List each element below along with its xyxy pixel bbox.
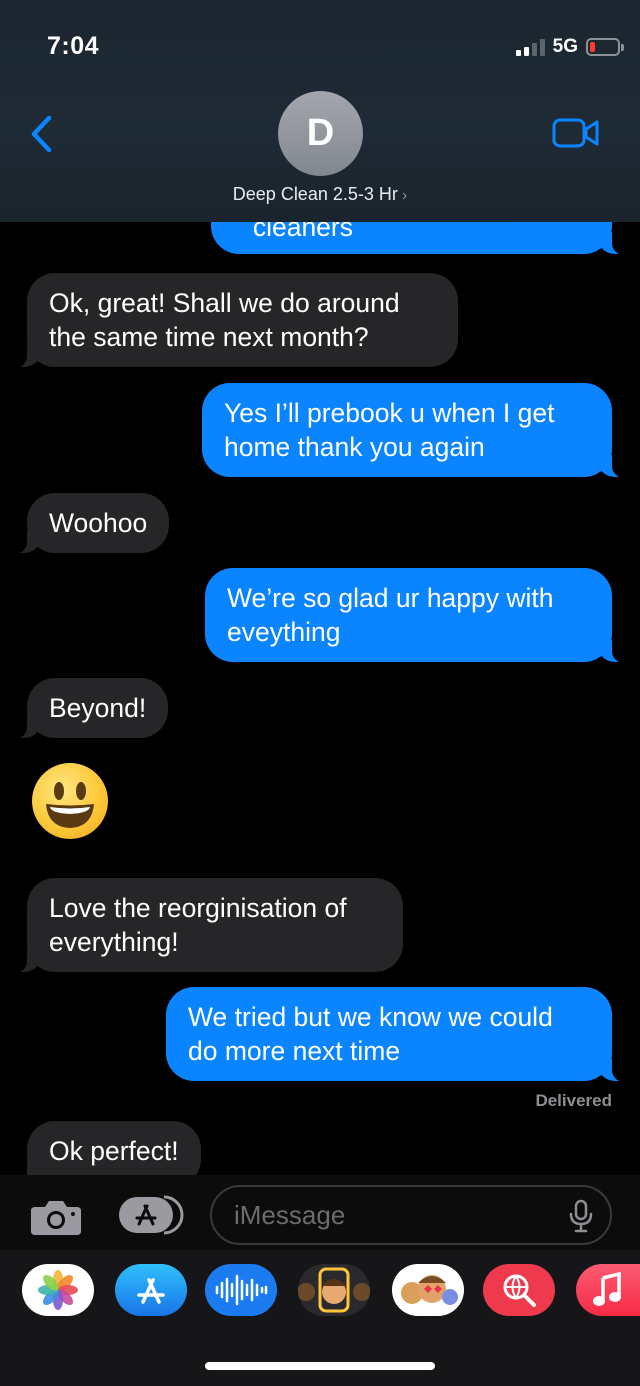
emoji-face-icon — [46, 782, 94, 828]
facetime-video-button[interactable] — [552, 117, 600, 149]
status-indicators: 5G — [515, 36, 624, 58]
chevron-right-icon: › — [401, 187, 408, 204]
music-app-icon[interactable] — [576, 1264, 640, 1316]
waveform-icon — [215, 1274, 268, 1306]
camera-icon — [31, 1201, 81, 1235]
memoji-face-icon — [298, 1267, 370, 1313]
microphone-icon — [569, 1199, 593, 1233]
audio-message-app-icon[interactable] — [205, 1264, 277, 1316]
message-text-line: the same time next month? — [49, 322, 369, 352]
delivery-status: Delivered — [535, 1091, 612, 1110]
app-store-app-icon[interactable] — [115, 1264, 187, 1316]
contact-name-button[interactable]: Deep Clean 2.5-3 Hr › — [0, 184, 640, 205]
memoji-stickers-icon — [401, 1275, 458, 1305]
avatar-initial: D — [306, 112, 335, 154]
app-store-a-icon — [137, 1278, 165, 1304]
message-text: Beyond! — [49, 693, 147, 723]
app-store-icon — [119, 1195, 184, 1235]
home-indicator[interactable] — [205, 1362, 435, 1370]
status-time: 7:04 — [47, 32, 100, 60]
message-bubble-incoming[interactable]: Love the reorginisation of everything! — [13, 878, 403, 973]
message-text-line: do more next time — [188, 1036, 401, 1066]
music-note-icon — [593, 1272, 621, 1306]
video-camera-icon — [552, 118, 599, 148]
message-text-line: Love the reorginisation of — [49, 893, 347, 923]
cellular-signal-icon — [515, 38, 545, 56]
conversation-header: 7:04 5G D Deep Clean 2.5-3 Hr › — [0, 0, 640, 222]
memoji-stickers-app-icon[interactable] — [392, 1264, 464, 1316]
imessage-input[interactable]: iMessage — [210, 1185, 612, 1245]
smiling-face-icon[interactable] — [32, 763, 108, 839]
photos-flower-icon — [38, 1270, 78, 1310]
contact-name: Deep Clean 2.5-3 Hr — [232, 184, 398, 204]
message-bubble-outgoing[interactable]: We tried but we know we could do more ne… — [166, 987, 626, 1082]
dictation-button[interactable] — [568, 1199, 594, 1233]
globe-search-icon — [503, 1274, 536, 1307]
photos-app-icon[interactable] — [22, 1264, 94, 1316]
message-text-line: We tried but we know we could — [188, 1002, 553, 1032]
message-text-line: Ok, great! Shall we do around — [49, 288, 400, 318]
contact-avatar[interactable]: D — [278, 91, 363, 176]
input-placeholder: iMessage — [234, 1200, 346, 1230]
message-text-line: everything! — [49, 927, 179, 957]
message-text-line: eveything — [227, 617, 341, 647]
apps-button[interactable] — [118, 1195, 184, 1235]
camera-button[interactable] — [29, 1198, 83, 1236]
memoji-app-icon[interactable] — [298, 1264, 370, 1316]
message-bubble-incoming[interactable]: Ok, great! Shall we do around the same t… — [13, 273, 458, 368]
message-bubble-outgoing[interactable]: Yes I’ll prebook u when I get home thank… — [202, 383, 626, 478]
message-text: Ok perfect! — [49, 1136, 179, 1166]
compose-bar: iMessage — [0, 1175, 640, 1253]
message-text: Woohoo — [49, 508, 148, 538]
message-bubble-incoming[interactable]: Beyond! — [12, 678, 169, 739]
battery-icon — [586, 38, 624, 56]
message-bubble-outgoing[interactable]: We’re so glad ur happy with eveything — [205, 568, 626, 663]
chevron-left-icon — [31, 115, 52, 153]
message-text-line: home thank you again — [224, 432, 485, 462]
message-bubble-incoming[interactable]: Woohoo — [12, 493, 170, 554]
message-text-line: We’re so glad ur happy with — [227, 583, 554, 613]
web-images-search-app-icon[interactable] — [483, 1264, 555, 1316]
back-button[interactable] — [24, 112, 58, 156]
message-text-line: Yes I’ll prebook u when I get — [224, 398, 555, 428]
network-type: 5G — [552, 36, 578, 57]
